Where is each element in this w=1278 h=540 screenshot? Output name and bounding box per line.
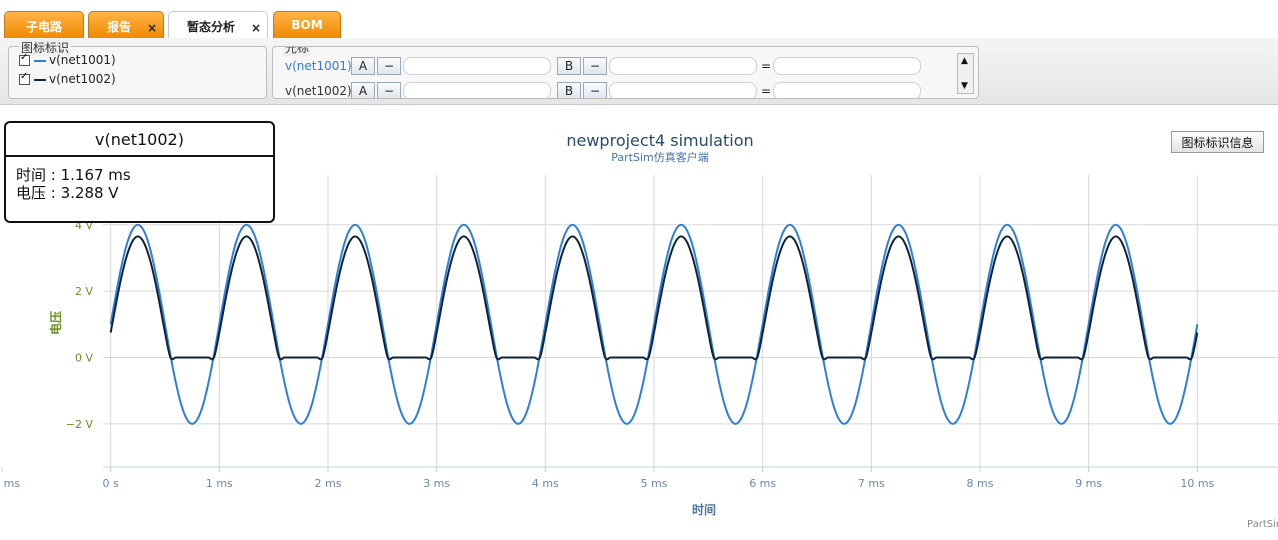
cursor-panel: 光标 v(net1001) A − B − = v(net1002) A − B… (272, 46, 979, 99)
cursor-delta-field[interactable] (773, 57, 921, 75)
x-tick-label: 4 ms (532, 477, 559, 490)
x-tick-label: 2 ms (315, 477, 342, 490)
cursor-delta-field[interactable] (773, 82, 921, 98)
tab-report[interactable]: 报告 × (88, 11, 164, 38)
cursor-a-value-field[interactable] (403, 57, 551, 75)
tooltip-series: v(net1002) (6, 123, 273, 157)
tab-subcircuit[interactable]: 子电路 (4, 11, 84, 38)
equals-sign: = (761, 84, 772, 98)
equals-sign: = (761, 59, 772, 73)
close-icon[interactable]: × (251, 21, 261, 35)
legend-panel: 图标标识 v(net1001) v(net1002) (8, 39, 267, 99)
close-icon[interactable]: × (147, 21, 157, 35)
x-tick-label: 9 ms (1075, 477, 1102, 490)
cursor-a-button[interactable]: A (351, 57, 375, 75)
x-tick-label: 6 ms (749, 477, 776, 490)
x-tick-label: 10 ms (1180, 477, 1214, 490)
x-tick-label: 7 ms (858, 477, 885, 490)
y-tick-label: 0 V (75, 352, 93, 365)
tab-label: BOM (291, 18, 323, 32)
tooltip-time: 时间 : 1.167 ms (16, 166, 131, 184)
tab-transient-analysis[interactable]: 暂态分析 × (168, 11, 268, 39)
y-axis-ticks: −2 V0 V2 V4 V (66, 219, 94, 431)
scroll-up-icon[interactable]: ▲ (961, 56, 968, 66)
cursor-b-button[interactable]: B (557, 82, 581, 98)
x-axis-ticks: −1 ms 0 s 1 ms 2 ms 3 ms 4 ms 5 ms 6 ms 7 ms 8 ms… (0, 477, 1215, 490)
chart-title: newproject4 simulation (566, 131, 753, 150)
credit-text: PartSim (1247, 519, 1278, 530)
series-swatch (34, 59, 46, 62)
cursor-a-minus-button[interactable]: − (377, 82, 401, 98)
cursor-row: v(net1002) A − B − = (285, 82, 965, 98)
data-tooltip: v(net1002) 时间 : 1.167 ms 电压 : 3.288 V (4, 121, 275, 223)
y-axis-label: 电压 (48, 311, 63, 335)
y-tick-label: −2 V (66, 418, 94, 431)
checkbox[interactable] (19, 71, 30, 85)
cursor-b-minus-button[interactable]: − (583, 82, 607, 98)
x-tick-label: 5 ms (641, 477, 668, 490)
checkbox[interactable] (19, 52, 30, 66)
cursor-series-name: v(net1002) (285, 84, 352, 98)
cursor-b-value-field[interactable] (609, 82, 757, 98)
x-tick-label: 0 s (103, 477, 119, 490)
tab-label: 子电路 (25, 20, 62, 34)
tab-bom[interactable]: BOM (273, 11, 341, 38)
tooltip-voltage: 电压 : 3.288 V (16, 184, 119, 202)
x-tick-label: 3 ms (423, 477, 450, 490)
legend-info-button[interactable]: 图标标识信息 (1171, 131, 1264, 153)
tab-label: 暂态分析 (186, 20, 235, 34)
cursor-b-value-field[interactable] (609, 57, 757, 75)
cursor-scrollbar[interactable]: ▲ ▼ (957, 53, 974, 94)
x-tick-label: 8 ms (967, 477, 994, 490)
tab-bar: 子电路 报告 × 暂态分析 × BOM (0, 0, 1278, 39)
x-tick-label: 1 ms (206, 477, 233, 490)
chart-subtitle: PartSim仿真客户端 (611, 150, 708, 164)
x-tick-label: −1 ms (0, 477, 20, 490)
legend-item[interactable]: v(net1002) (19, 71, 116, 86)
cursor-a-minus-button[interactable]: − (377, 57, 401, 75)
cursor-a-button[interactable]: A (351, 82, 375, 98)
cursor-a-value-field[interactable] (403, 82, 551, 98)
cursor-panel-title: 光标 (283, 47, 312, 56)
legend-item-label: v(net1002) (49, 72, 116, 86)
cursor-b-minus-button[interactable]: − (583, 57, 607, 75)
tab-label: 报告 (106, 20, 131, 34)
scroll-down-icon[interactable]: ▼ (961, 81, 968, 91)
cursor-b-button[interactable]: B (557, 57, 581, 75)
y-tick-label: 2 V (75, 285, 93, 298)
toolbar: 图标标识 v(net1001) v(net1002) 光标 v(net1001)… (0, 38, 1278, 105)
series-swatch (34, 78, 46, 81)
cursor-row: v(net1001) A − B − = (285, 57, 965, 75)
legend-item[interactable]: v(net1001) (19, 52, 116, 67)
cursor-series-name: v(net1001) (285, 59, 352, 73)
x-axis-label: 时间 (692, 502, 716, 517)
legend-item-label: v(net1001) (49, 53, 116, 67)
